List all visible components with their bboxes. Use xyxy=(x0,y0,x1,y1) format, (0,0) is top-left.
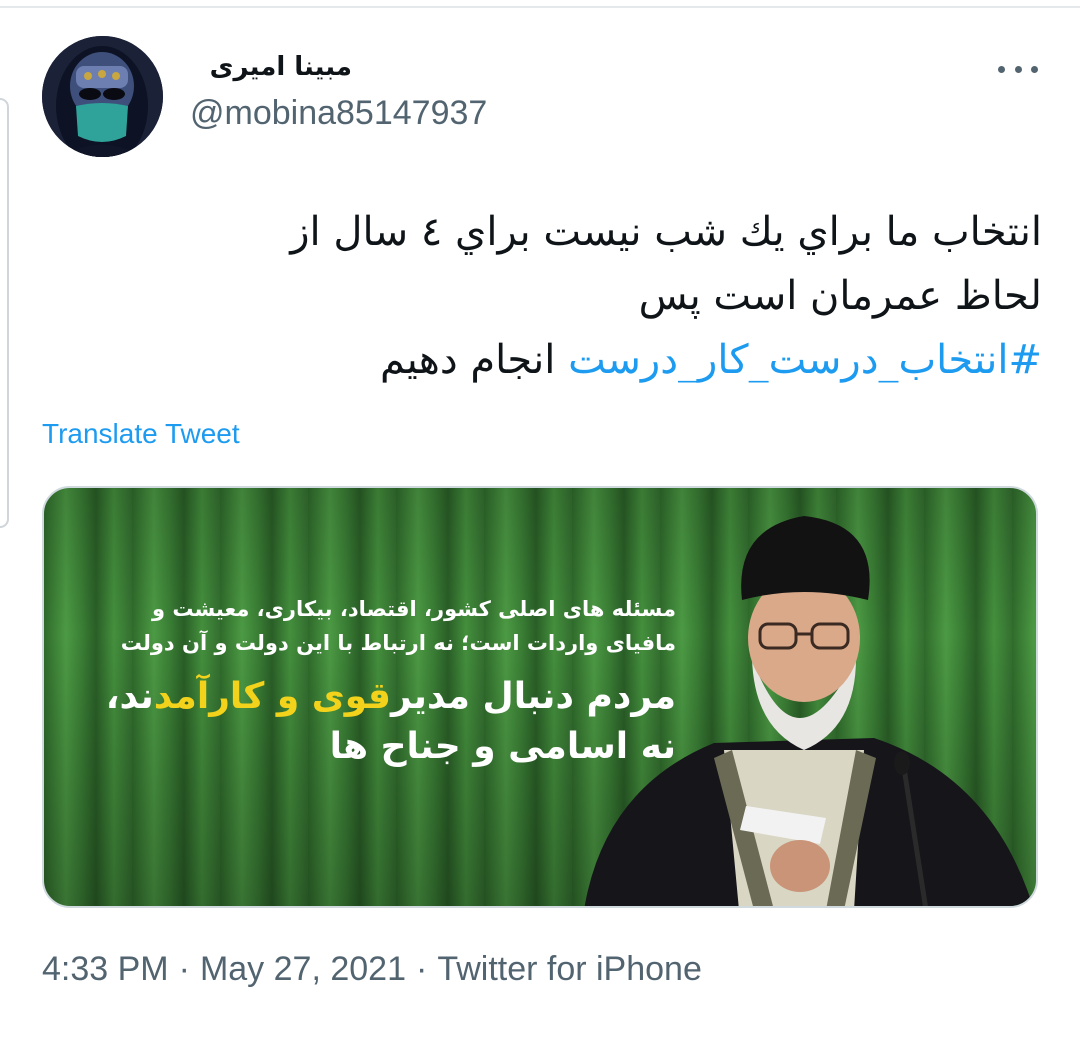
user-avatar-photo-icon xyxy=(42,36,163,157)
translate-tweet-link[interactable]: Translate Tweet xyxy=(42,418,240,450)
tweet-line-3: #انتخاب_درست_كار_درست انجام دهيم xyxy=(110,328,1042,392)
thread-edge xyxy=(0,98,9,528)
poster-caption: مسئله های اصلی کشور، اقتصاد، بیکاری، معی… xyxy=(96,592,676,772)
poster-headline-highlight: قوی و کارآمد xyxy=(153,676,391,717)
tweet-line-2: لحاظ عمرمان است پس xyxy=(638,273,1042,319)
tweet-line-3-rest: انجام دهيم xyxy=(380,337,556,383)
tweet-time[interactable]: 4:33 PM xyxy=(42,950,169,988)
poster-headline-part-2: ند، xyxy=(105,676,154,717)
tweet-line-1: انتخاب ما براي يك شب نيست براي ٤ سال از xyxy=(290,209,1042,255)
tweet-metadata: 4:33 PM · May 27, 2021 · Twitter for iPhone xyxy=(42,950,702,989)
poster-headline-part-1: مردم دنبال مدیر xyxy=(390,676,676,717)
poster-headline-line-2: نه اسامی و جناح ها xyxy=(329,726,676,767)
ellipsis-icon xyxy=(1014,65,1022,73)
tweet-text: انتخاب ما براي يك شب نيست براي ٤ سال از … xyxy=(110,200,1042,392)
author-avatar[interactable] xyxy=(42,36,163,157)
poster-caption-line-2: مافیای واردات است؛ نه ارتباط با این دولت… xyxy=(120,631,676,655)
poster-caption-line-1: مسئله های اصلی کشور، اقتصاد، بیکاری، معی… xyxy=(151,597,676,621)
meta-separator: · xyxy=(415,950,428,988)
meta-separator: · xyxy=(178,950,190,988)
author-display-name[interactable]: مبینا امیری xyxy=(192,52,352,82)
tweet-media-image[interactable]: مسئله های اصلی کشور، اقتصاد، بیکاری، معی… xyxy=(42,486,1038,908)
hashtag-link[interactable]: #انتخاب_درست_كار_درست xyxy=(568,337,1042,383)
tweet-date[interactable]: May 27, 2021 xyxy=(200,950,406,988)
more-options-button[interactable] xyxy=(998,54,1038,84)
ellipsis-icon xyxy=(1031,65,1038,73)
tweet-source[interactable]: Twitter for iPhone xyxy=(437,950,702,988)
top-divider xyxy=(0,6,1080,8)
poster-headline-line-1: مردم دنبال مدیرقوی و کارآمدند، xyxy=(96,672,676,722)
author-handle[interactable]: @mobina85147937 xyxy=(190,94,487,133)
ellipsis-icon xyxy=(998,65,1005,73)
